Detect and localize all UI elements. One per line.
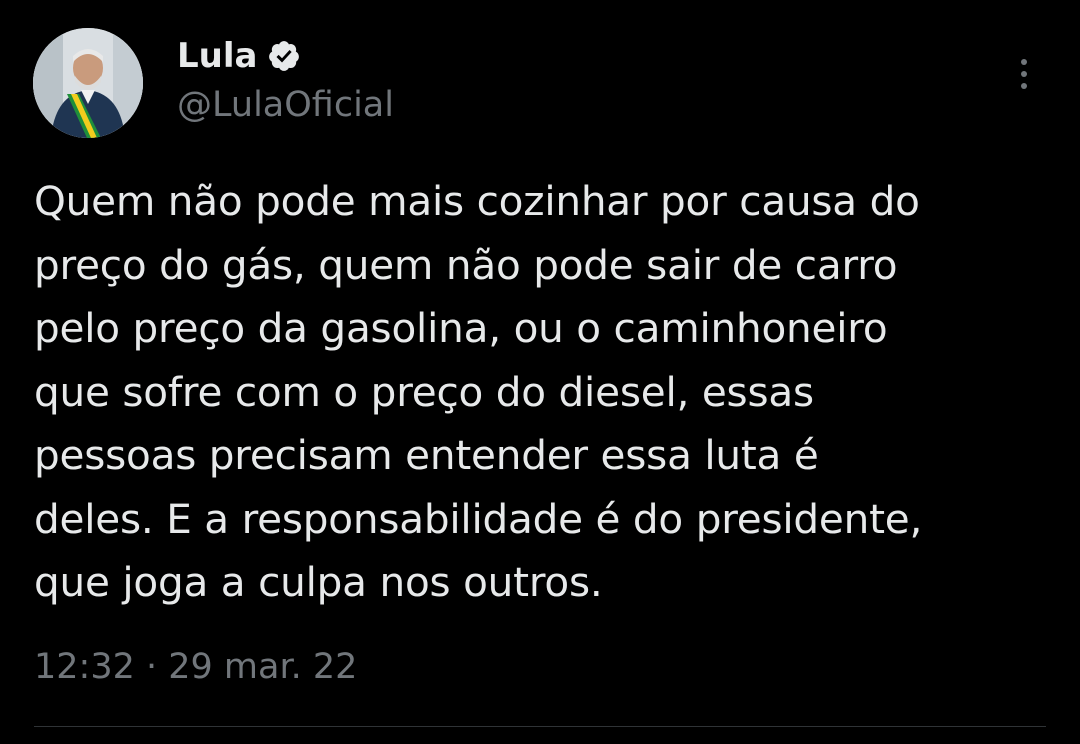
author-name-row[interactable]: Lula bbox=[177, 36, 301, 76]
divider bbox=[34, 726, 1046, 727]
verified-badge-icon bbox=[269, 41, 300, 71]
more-dot bbox=[1021, 83, 1027, 89]
more-options-icon[interactable] bbox=[1006, 52, 1042, 96]
display-name[interactable]: Lula bbox=[177, 36, 257, 76]
tweet-card: Lula @LulaOficial Quem não pode mais coz… bbox=[0, 0, 1080, 744]
avatar[interactable] bbox=[33, 28, 143, 138]
more-dot bbox=[1021, 71, 1027, 77]
more-dot bbox=[1021, 59, 1027, 65]
profile-photo-icon bbox=[33, 28, 143, 138]
tweet-text: Quem não pode mais cozinhar por causa do… bbox=[34, 177, 923, 606]
tweet-timestamp[interactable]: 12:32 · 29 mar. 22 bbox=[34, 645, 357, 689]
author-handle[interactable]: @LulaOficial bbox=[177, 84, 394, 126]
